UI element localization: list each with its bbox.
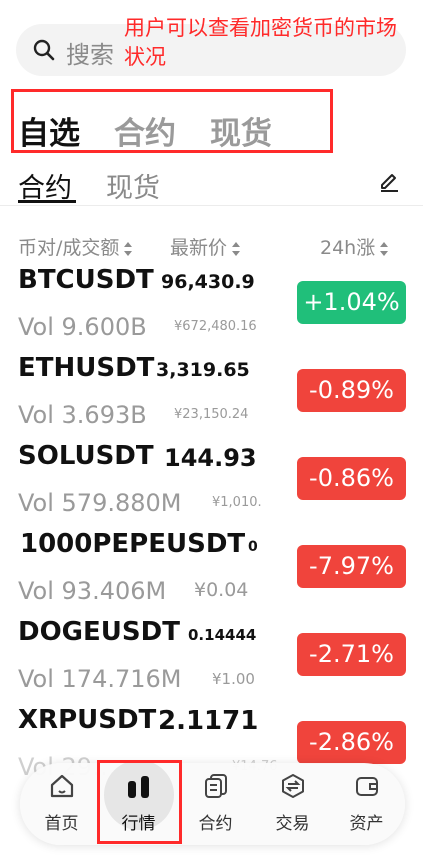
row-change-badge[interactable]: +1.04% [297,281,406,324]
subtab-underline [18,200,76,203]
row-volume: Vol 579.880M [18,489,182,517]
row-last-price: 3,319.65 [156,359,250,381]
col-header-change-label: 24h涨 [320,237,376,259]
sort-icon [124,241,133,256]
nav-label: 资产 [349,814,384,834]
bottom-nav: 首页 行情 合约 交易 资产 [20,760,405,845]
edit-icon[interactable] [377,168,401,192]
nav-assets[interactable]: 资产 [328,763,405,845]
row-last-price: 144.93 [164,444,257,472]
tab-watchlist[interactable]: 自选 [18,108,80,153]
row-volume: Vol 9.600B [18,313,147,341]
subtab-spot[interactable]: 现货 [106,166,160,205]
row-symbol: DOGEUSDT [18,617,180,647]
trade-icon [282,774,304,798]
row-cny-price: ¥672,480.16 [174,319,257,334]
col-header-change[interactable]: 24h涨 [320,233,389,260]
table-row[interactable]: DOGEUSDT 0.14444 Vol 174.716M ¥1.00 -2.7… [0,617,423,705]
row-symbol: ETHUSDT [18,353,155,383]
tab-spot[interactable]: 现货 [210,108,272,153]
row-symbol: BTCUSDT [18,265,154,295]
search-placeholder: 搜索 [66,41,114,69]
nav-home[interactable]: 首页 [23,763,100,845]
table-row[interactable]: SOLUSDT 144.93 Vol 579.880M ¥1,010. -0.8… [0,441,423,529]
row-last-price: 2.1171 [158,706,259,736]
search-bar[interactable]: 搜索 [16,24,406,76]
row-change-badge[interactable]: -0.86% [297,457,406,500]
nav-market-highlight [97,760,182,844]
col-header-last-label: 最新价 [170,237,228,259]
market-screen: 搜索 用户可以查看加密货币的市场状况 自选 合约 现货 合约 现货 币对/成交额… [0,0,423,856]
row-volume: Vol 174.716M [18,665,182,693]
table-row[interactable]: BTCUSDT 96,430.9 Vol 9.600B ¥672,480.16 … [0,265,423,353]
row-symbol: 1000PEPEUSDT [20,529,246,559]
col-header-pair-label: 币对/成交额 [18,237,120,259]
row-last-price: 0.14444 [188,626,257,644]
row-last-price: 0 [248,539,258,555]
row-change-badge[interactable]: -2.86% [297,721,406,764]
row-volume: Vol 93.406M [18,577,167,605]
row-change-badge[interactable]: -0.89% [297,369,406,412]
row-cny-price: ¥1.00 [212,670,255,688]
row-symbol: SOLUSDT [18,441,154,471]
nav-label: 合约 [198,814,233,834]
row-cny-price: ¥1,010. [212,495,262,510]
nav-label: 交易 [275,814,310,834]
search-icon [33,39,55,61]
home-icon [50,774,74,798]
sort-icon [380,241,389,256]
row-symbol: XRPUSDT [18,705,157,735]
wallet-icon [356,777,378,796]
row-last-price: 96,430.9 [161,271,255,293]
nav-trade[interactable]: 交易 [254,763,331,845]
table-row[interactable]: ETHUSDT 3,319.65 Vol 3.693B ¥23,150.24 -… [0,353,423,441]
col-header-pair[interactable]: 币对/成交额 [18,233,133,260]
row-change-badge[interactable]: -7.97% [297,545,406,588]
col-header-last-price[interactable]: 最新价 [170,233,241,260]
nav-futures[interactable]: 合约 [177,763,254,845]
row-cny-price: ¥0.04 [194,579,249,601]
nav-label: 首页 [44,814,79,834]
tab-futures[interactable]: 合约 [114,108,176,153]
divider [0,205,423,206]
row-change-badge[interactable]: -2.71% [297,633,406,676]
row-cny-price: ¥23,150.24 [174,407,249,422]
sort-icon [232,241,241,256]
table-row[interactable]: 1000PEPEUSDT 0 Vol 93.406M ¥0.04 -7.97% [0,529,423,617]
futures-icon [205,774,227,798]
row-volume: Vol 3.693B [18,401,147,429]
